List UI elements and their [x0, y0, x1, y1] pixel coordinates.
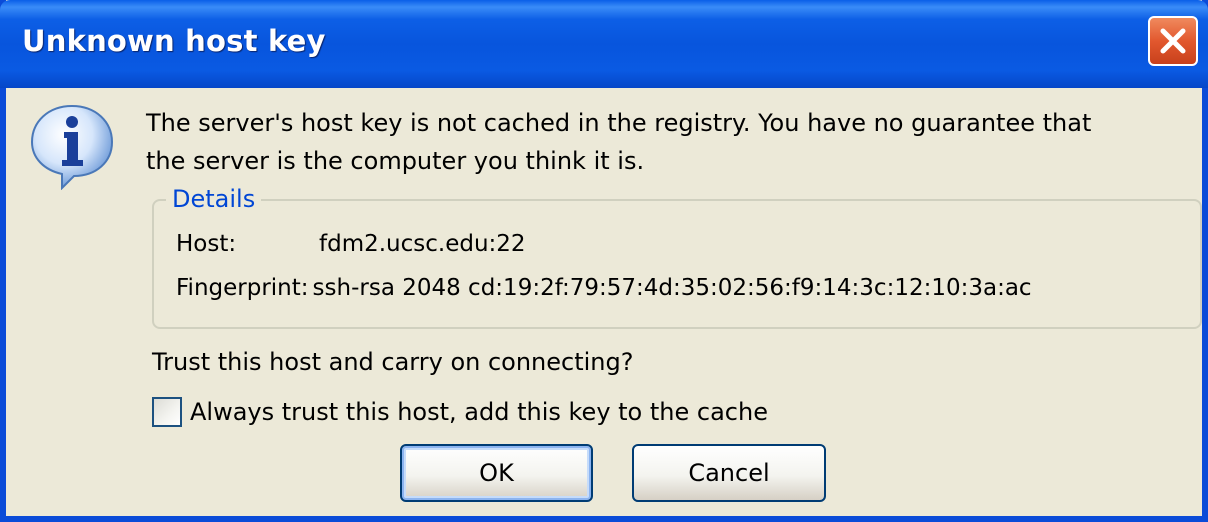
always-trust-label[interactable]: Always trust this host, add this key to … — [190, 398, 768, 426]
cancel-button[interactable]: Cancel — [632, 444, 826, 502]
message-line-1: The server's host key is not cached in t… — [146, 109, 1092, 137]
information-icon — [30, 104, 114, 190]
message-line-2: the server is the computer you think it … — [146, 147, 645, 175]
ok-button[interactable]: OK — [400, 444, 593, 502]
message-text: The server's host key is not cached in t… — [146, 104, 1196, 180]
window-title: Unknown host key — [22, 24, 326, 58]
fingerprint-value: ssh-rsa 2048 cd:19:2f:79:57:4d:35:02:56:… — [312, 275, 1032, 301]
dialog-window: Unknown host key The server's host key i… — [0, 0, 1208, 522]
always-trust-checkbox-row[interactable]: Always trust this host, add this key to … — [152, 395, 768, 429]
details-legend: Details — [166, 185, 262, 213]
host-row: Host: fdm2.ucsc.edu:22 — [176, 231, 526, 257]
fingerprint-label: Fingerprint: — [176, 275, 309, 301]
details-group: Details Host: fdm2.ucsc.edu:22 Fingerprin… — [152, 185, 1202, 329]
close-icon — [1160, 28, 1186, 54]
host-value: fdm2.ucsc.edu:22 — [319, 231, 526, 257]
fingerprint-row: Fingerprint: ssh-rsa 2048 cd:19:2f:79:57:… — [176, 275, 1032, 301]
trust-question: Trust this host and carry on connecting? — [152, 348, 634, 376]
always-trust-checkbox[interactable] — [152, 397, 182, 427]
close-button[interactable] — [1148, 16, 1198, 66]
host-label: Host: — [176, 231, 237, 257]
title-bar[interactable]: Unknown host key — [0, 0, 1208, 88]
